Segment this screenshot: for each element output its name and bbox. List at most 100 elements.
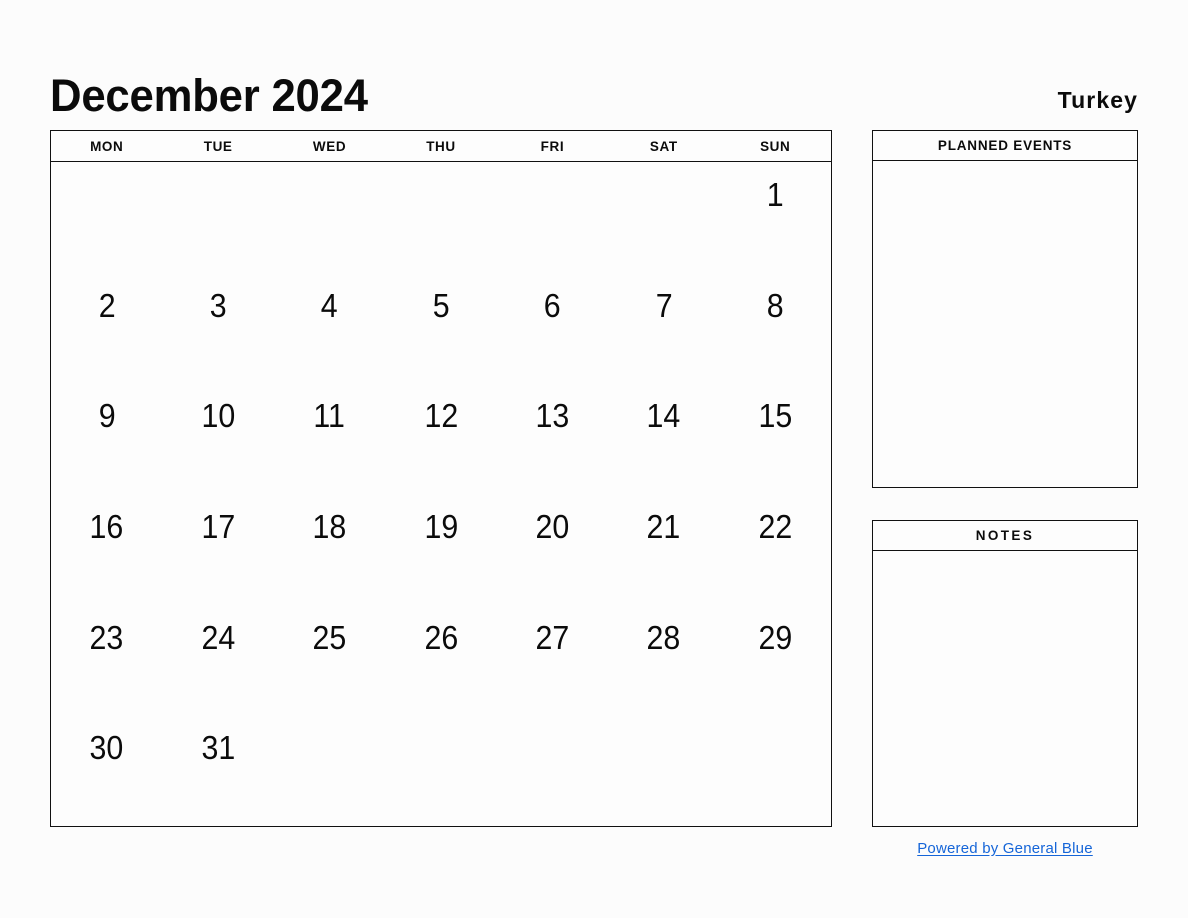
calendar-day-cell[interactable]: 9 xyxy=(51,383,162,494)
calendar-day-number: 4 xyxy=(321,286,338,324)
calendar-day-number: 2 xyxy=(98,286,116,324)
calendar-day-number: 25 xyxy=(312,618,347,656)
calendar-day-cell-empty xyxy=(51,162,162,273)
weekday-header-sat: SAT xyxy=(649,138,678,154)
calendar-day-cell[interactable]: 17 xyxy=(162,494,273,605)
calendar-day-cell-empty xyxy=(385,715,496,826)
calendar-day-number: 9 xyxy=(98,397,116,435)
calendar-day-cell[interactable]: 23 xyxy=(51,605,162,716)
calendar-day-number: 23 xyxy=(89,618,124,656)
calendar-week-row: 2 3 4 5 6 7 8 xyxy=(51,273,831,384)
calendar-day-cell[interactable]: 19 xyxy=(385,494,496,605)
calendar-day-cell[interactable]: 21 xyxy=(608,494,719,605)
weekday-header-wed: WED xyxy=(312,138,347,154)
calendar-day-number: 28 xyxy=(646,618,681,656)
notes-panel: NOTES xyxy=(872,520,1138,827)
footer: Powered by General Blue xyxy=(872,840,1138,857)
calendar-day-cell[interactable]: 10 xyxy=(162,383,273,494)
country-label: Turkey xyxy=(1057,87,1138,113)
weekday-header-mon: MON xyxy=(90,138,124,154)
calendar-day-cell[interactable]: 5 xyxy=(385,273,496,384)
calendar-day-number: 8 xyxy=(766,286,784,324)
calendar-day-cell-empty xyxy=(274,162,385,273)
calendar-week-row: 1 xyxy=(51,162,831,273)
calendar-day-number: 21 xyxy=(646,508,681,546)
weekday-header-tue: TUE xyxy=(203,138,233,154)
calendar-day-number: 14 xyxy=(646,397,681,435)
calendar-day-cell[interactable]: 16 xyxy=(51,494,162,605)
calendar-day-cell[interactable]: 14 xyxy=(608,383,719,494)
calendar-day-cell[interactable]: 11 xyxy=(274,383,385,494)
calendar-day-cell[interactable]: 31 xyxy=(162,715,273,826)
page-title: December 2024 xyxy=(50,70,368,121)
calendar-day-cell[interactable]: 13 xyxy=(497,383,608,494)
calendar-day-cell[interactable]: 27 xyxy=(497,605,608,716)
calendar-day-number: 22 xyxy=(758,508,793,546)
calendar-day-cell-empty xyxy=(608,715,719,826)
calendar-day-number: 19 xyxy=(424,508,458,546)
calendar-day-number: 27 xyxy=(535,618,570,656)
calendar-day-number: 5 xyxy=(432,286,450,324)
calendar-day-cell[interactable]: 25 xyxy=(274,605,385,716)
weekday-header-thu: THU xyxy=(426,138,456,154)
weekday-header-fri: FRI xyxy=(540,138,565,154)
weekday-header-sun: SUN xyxy=(760,138,791,154)
calendar-week-row: 16 17 18 19 20 21 22 xyxy=(51,494,831,605)
calendar-day-number: 1 xyxy=(766,176,784,213)
calendar-day-number: 30 xyxy=(89,729,124,767)
calendar-week-row: 23 24 25 26 27 28 29 xyxy=(51,605,831,716)
calendar-weeks: 1 2 3 4 5 6 7 8 9 10 11 12 13 14 15 16 17 18 19 20 21 22 23 24 2… xyxy=(51,162,831,826)
calendar-day-number: 29 xyxy=(758,618,793,656)
calendar-week-row: 9 10 11 12 13 14 15 xyxy=(51,383,831,494)
calendar-day-cell-empty xyxy=(497,162,608,273)
calendar-page: December 2024 Turkey MON TUE WED THU FRI SAT S… xyxy=(0,0,1188,918)
page-header: December 2024 Turkey xyxy=(50,52,1138,118)
calendar-day-cell-empty xyxy=(608,162,719,273)
calendar-day-number: 6 xyxy=(543,286,561,324)
calendar-day-number: 17 xyxy=(201,508,236,546)
notes-title: NOTES xyxy=(873,521,1137,551)
notes-writing-area[interactable] xyxy=(873,551,1137,826)
calendar-day-cell[interactable]: 20 xyxy=(497,494,608,605)
calendar-day-cell[interactable]: 1 xyxy=(720,162,831,273)
planned-events-panel: PLANNED EVENTS xyxy=(872,130,1138,488)
calendar-day-number: 26 xyxy=(424,618,458,656)
calendar-day-cell[interactable]: 28 xyxy=(608,605,719,716)
calendar-day-cell[interactable]: 22 xyxy=(720,494,831,605)
weekday-header-row: MON TUE WED THU FRI SAT SUN xyxy=(51,131,831,162)
calendar-day-cell-empty xyxy=(720,715,831,826)
calendar-day-cell[interactable]: 7 xyxy=(608,273,719,384)
calendar-day-number: 31 xyxy=(201,729,236,767)
calendar-day-cell-empty xyxy=(162,162,273,273)
calendar-day-cell[interactable]: 12 xyxy=(385,383,496,494)
planned-events-title: PLANNED EVENTS xyxy=(873,131,1137,161)
calendar-day-cell[interactable]: 29 xyxy=(720,605,831,716)
calendar-day-number: 11 xyxy=(313,397,346,435)
calendar-day-cell[interactable]: 26 xyxy=(385,605,496,716)
calendar-day-number: 15 xyxy=(758,397,793,435)
calendar-day-number: 20 xyxy=(535,508,570,546)
calendar-day-number: 7 xyxy=(655,286,673,324)
calendar-day-number: 24 xyxy=(201,618,236,656)
planned-events-writing-area[interactable] xyxy=(873,161,1137,487)
calendar-day-number: 3 xyxy=(209,286,227,324)
powered-by-general-blue-link[interactable]: Powered by General Blue xyxy=(917,840,1093,857)
calendar-day-cell[interactable]: 4 xyxy=(274,273,385,384)
calendar-day-cell[interactable]: 18 xyxy=(274,494,385,605)
calendar-week-row: 30 31 xyxy=(51,715,831,826)
calendar-day-cell[interactable]: 24 xyxy=(162,605,273,716)
calendar-day-cell-empty xyxy=(497,715,608,826)
calendar-day-number: 10 xyxy=(201,397,236,435)
calendar-day-number: 16 xyxy=(89,508,124,546)
calendar-day-cell[interactable]: 30 xyxy=(51,715,162,826)
calendar-day-number: 12 xyxy=(424,397,458,435)
calendar-day-cell[interactable]: 2 xyxy=(51,273,162,384)
calendar-day-cell[interactable]: 6 xyxy=(497,273,608,384)
calendar-day-cell[interactable]: 15 xyxy=(720,383,831,494)
calendar-day-cell[interactable]: 8 xyxy=(720,273,831,384)
calendar-day-cell-empty xyxy=(385,162,496,273)
calendar-day-cell[interactable]: 3 xyxy=(162,273,273,384)
calendar-day-number: 13 xyxy=(535,397,570,435)
calendar-day-cell-empty xyxy=(274,715,385,826)
calendar-day-number: 18 xyxy=(312,508,347,546)
